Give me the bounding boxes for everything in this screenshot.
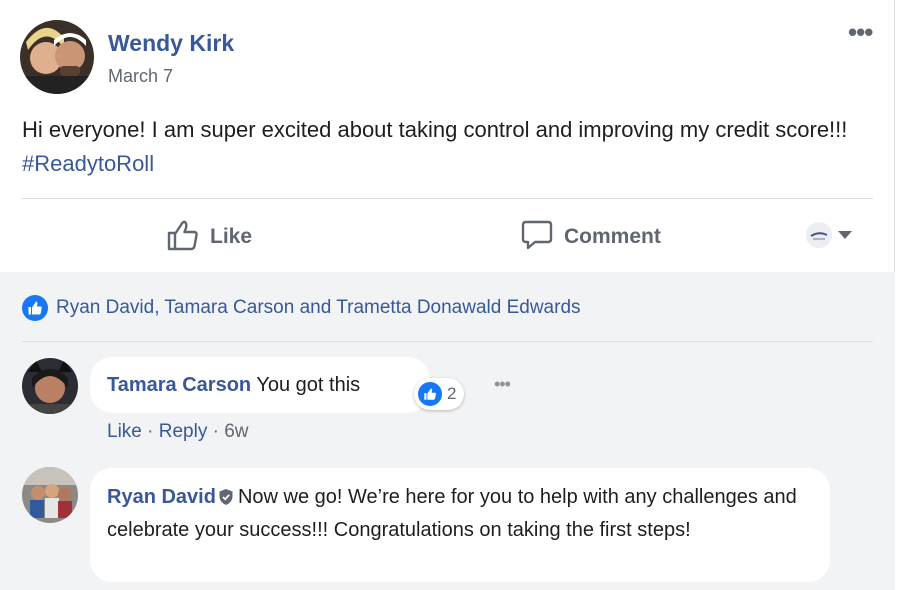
meta-separator: · xyxy=(207,421,225,442)
commenter-avatar[interactable] xyxy=(22,358,78,414)
like-badge-icon xyxy=(22,295,48,321)
shield-icon xyxy=(218,485,234,515)
caret-down-icon xyxy=(838,231,852,239)
reactions-summary[interactable]: Ryan David, Tamara Carson and Trametta D… xyxy=(22,295,581,321)
right-edge xyxy=(895,0,900,590)
comment-text: You got this xyxy=(256,374,361,396)
comment-label: Comment xyxy=(564,225,661,248)
hashtag-link[interactable]: #ReadytoRoll xyxy=(22,151,154,176)
like-label: Like xyxy=(210,225,253,248)
meta-separator: · xyxy=(141,421,159,442)
comment-content: Ryan David Now we go! We’re here for you … xyxy=(107,482,807,545)
comment-options-icon[interactable]: ••• xyxy=(494,374,511,395)
comment-content: Tamara Carson You got this xyxy=(107,374,360,397)
commenter-avatar[interactable] xyxy=(22,467,78,523)
comment-author[interactable]: Tamara Carson xyxy=(107,374,251,396)
divider xyxy=(22,341,873,342)
comment-age[interactable]: 6w xyxy=(224,421,248,442)
page-avatar-icon xyxy=(806,222,832,248)
like-badge-icon xyxy=(418,382,442,406)
post-header-area: Wendy Kirk March 7 ••• Hi everyone! I am… xyxy=(0,0,895,272)
thumbs-up-icon xyxy=(166,219,200,256)
comment-author[interactable]: Ryan David xyxy=(107,486,216,508)
post-text: Hi everyone! I am super excited about ta… xyxy=(22,113,872,181)
comment-button[interactable]: Comment xyxy=(520,220,661,254)
divider xyxy=(22,198,873,199)
post-card: Wendy Kirk March 7 ••• Hi everyone! I am… xyxy=(0,0,900,590)
like-button[interactable]: Like xyxy=(166,220,252,254)
identity-chooser[interactable] xyxy=(806,222,852,248)
reactor-names[interactable]: Ryan David, Tamara Carson and Trametta D… xyxy=(56,297,581,319)
reaction-count: 2 xyxy=(447,384,457,403)
comment-reaction-count[interactable]: 2 xyxy=(414,378,465,410)
post-options-icon[interactable]: ••• xyxy=(848,19,873,45)
comment-like-link[interactable]: Like xyxy=(107,421,142,442)
author-name[interactable]: Wendy Kirk xyxy=(108,30,234,57)
post-date[interactable]: March 7 xyxy=(108,66,173,87)
post-body: Hi everyone! I am super excited about ta… xyxy=(22,117,848,142)
comment-meta: Like · Reply · 6w xyxy=(107,421,249,443)
speech-bubble-icon xyxy=(520,219,554,256)
author-avatar[interactable] xyxy=(20,20,94,94)
comment-reply-link[interactable]: Reply xyxy=(159,421,208,442)
